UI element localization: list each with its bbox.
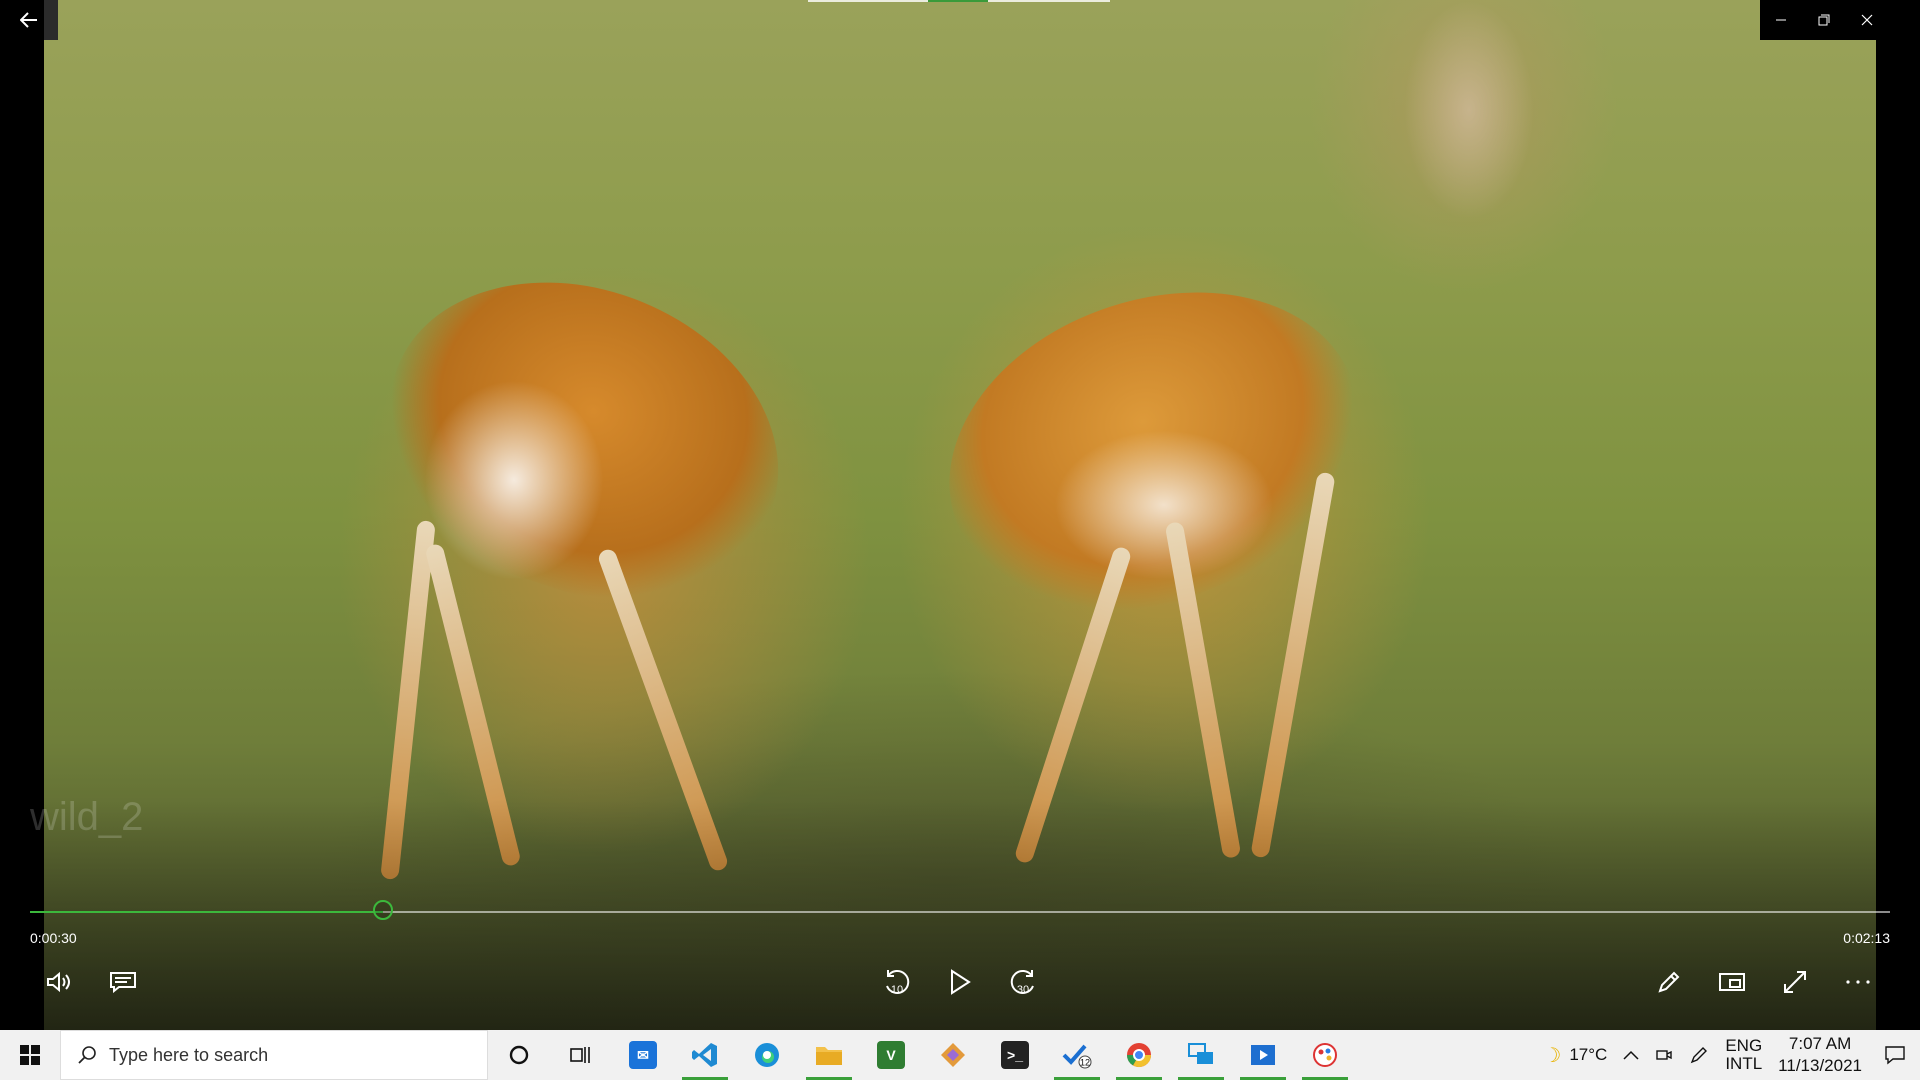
meet-now-button[interactable] <box>1647 1030 1681 1080</box>
antelope-right-belly <box>1054 430 1274 580</box>
system-tray: ☽ 17°C ENG INTL 7:07 AM 11/13/2021 <box>1535 1030 1920 1080</box>
movies-tv-icon <box>1251 1045 1275 1065</box>
antelope-left-belly <box>424 380 604 580</box>
expand-icon <box>1784 971 1806 993</box>
edit-button[interactable] <box>1649 962 1689 1002</box>
current-time: 0:00:30 <box>30 930 77 946</box>
language-primary: ENG <box>1725 1036 1763 1055</box>
chrome-icon <box>1127 1043 1151 1068</box>
taskbar-terminal[interactable]: >_ <box>984 1030 1046 1080</box>
picture-in-picture-icon <box>1719 973 1745 991</box>
rewind-10-icon: 10 <box>886 969 910 996</box>
taskbar-tasks[interactable]: 12 <box>1046 1030 1108 1080</box>
task-view-button[interactable] <box>550 1030 612 1080</box>
edge-icon <box>755 1043 779 1067</box>
back-button[interactable] <box>0 0 58 40</box>
moon-icon: ☽ <box>1543 1044 1562 1067</box>
input-language[interactable]: ENG INTL <box>1717 1030 1770 1080</box>
mini-view-button[interactable] <box>1712 962 1752 1002</box>
video-title: wild_2 <box>30 795 144 839</box>
cortana-icon <box>509 1045 529 1065</box>
media-player-window: wild_2 0:00:30 0:02:13 10 30 <box>0 0 1920 1030</box>
video-frame[interactable] <box>44 0 1876 1030</box>
taskbar-visual-studio[interactable]: V <box>860 1030 922 1080</box>
volume-button[interactable] <box>40 962 80 1002</box>
taskbar-chrome[interactable] <box>1108 1030 1170 1080</box>
clock-date: 11/13/2021 <box>1778 1056 1862 1075</box>
more-icon <box>1846 980 1870 984</box>
folder-icon <box>816 1047 842 1065</box>
taskbar-paint[interactable] <box>1294 1030 1356 1080</box>
mail-icon: ✉ <box>629 1041 657 1069</box>
play-button[interactable] <box>940 962 980 1002</box>
fullscreen-button[interactable] <box>1775 962 1815 1002</box>
taskbar-edge[interactable] <box>736 1030 798 1080</box>
skip-forward-label: 30 <box>1017 984 1029 996</box>
clock-time: 7:07 AM <box>1788 1034 1852 1053</box>
skip-forward-button[interactable]: 30 <box>1003 962 1043 1002</box>
tasks-badge: 12 <box>1080 1058 1090 1068</box>
paint-icon <box>1313 1043 1337 1067</box>
window-edge <box>1876 0 1920 1030</box>
forward-30-icon: 30 <box>1010 969 1034 996</box>
speaker-icon <box>47 971 70 993</box>
camera-icon <box>1656 1050 1673 1060</box>
sync-screens-icon <box>1188 1043 1213 1064</box>
skip-back-button[interactable]: 10 <box>877 962 917 1002</box>
restore-icon <box>1818 14 1830 26</box>
skip-back-label: 10 <box>891 984 903 996</box>
taskbar-vscode[interactable] <box>674 1030 736 1080</box>
restore-button[interactable] <box>1803 0 1846 40</box>
seek-bar-fill <box>30 911 384 913</box>
search-placeholder: Type here to search <box>109 1044 269 1065</box>
cortana-button[interactable] <box>488 1030 550 1080</box>
language-secondary: INTL <box>1725 1054 1763 1073</box>
visual-studio-icon: V <box>877 1041 905 1069</box>
close-icon <box>1861 14 1873 26</box>
taskbar: Type here to search ✉ V >_ 12 ☽ 17°C ENG… <box>0 1030 1920 1080</box>
captions-icon <box>110 972 136 993</box>
taskbar-remote-app[interactable] <box>1170 1030 1232 1080</box>
pen-icon <box>1691 1047 1708 1064</box>
total-time: 0:02:13 <box>1843 930 1890 946</box>
chevron-up-icon <box>1623 1050 1639 1060</box>
show-hidden-icons-button[interactable] <box>1615 1030 1647 1080</box>
close-button[interactable] <box>1845 0 1888 40</box>
pencil-icon <box>1658 971 1680 993</box>
minimize-icon <box>1776 19 1787 21</box>
search-icon <box>78 1046 96 1064</box>
vscode-icon <box>692 1043 717 1067</box>
clock[interactable]: 7:07 AM 11/13/2021 <box>1770 1030 1870 1080</box>
antelope-background <box>1404 0 1534 220</box>
pen-workspace-button[interactable] <box>1681 1030 1717 1080</box>
more-options-button[interactable] <box>1838 962 1878 1002</box>
terminal-icon: >_ <box>1001 1041 1029 1069</box>
minimize-button[interactable] <box>1760 0 1803 40</box>
windows-logo-icon <box>20 1045 40 1065</box>
play-icon <box>951 969 971 995</box>
start-button[interactable] <box>0 1030 60 1080</box>
seek-bar[interactable] <box>30 900 1890 920</box>
task-view-icon <box>570 1047 590 1063</box>
diamond-app-icon <box>941 1043 965 1067</box>
notifications-button[interactable] <box>1870 1030 1920 1080</box>
taskbar-search[interactable]: Type here to search <box>60 1030 488 1080</box>
weather-temperature: 17°C <box>1569 1045 1608 1064</box>
arrow-left-icon <box>20 12 37 28</box>
checkmark-icon: 12 <box>1062 1044 1092 1069</box>
title-bar-indicator-accent <box>928 0 988 2</box>
taskbar-movies-tv[interactable] <box>1232 1030 1294 1080</box>
taskbar-file-explorer[interactable] <box>798 1030 860 1080</box>
taskbar-mail[interactable]: ✉ <box>612 1030 674 1080</box>
window-controls <box>1760 0 1888 40</box>
weather-widget[interactable]: ☽ 17°C <box>1535 1030 1615 1080</box>
taskbar-app-diamond[interactable] <box>922 1030 984 1080</box>
notification-icon <box>1885 1046 1905 1065</box>
title-bar-indicator <box>808 0 1110 2</box>
subtitles-button[interactable] <box>103 962 143 1002</box>
